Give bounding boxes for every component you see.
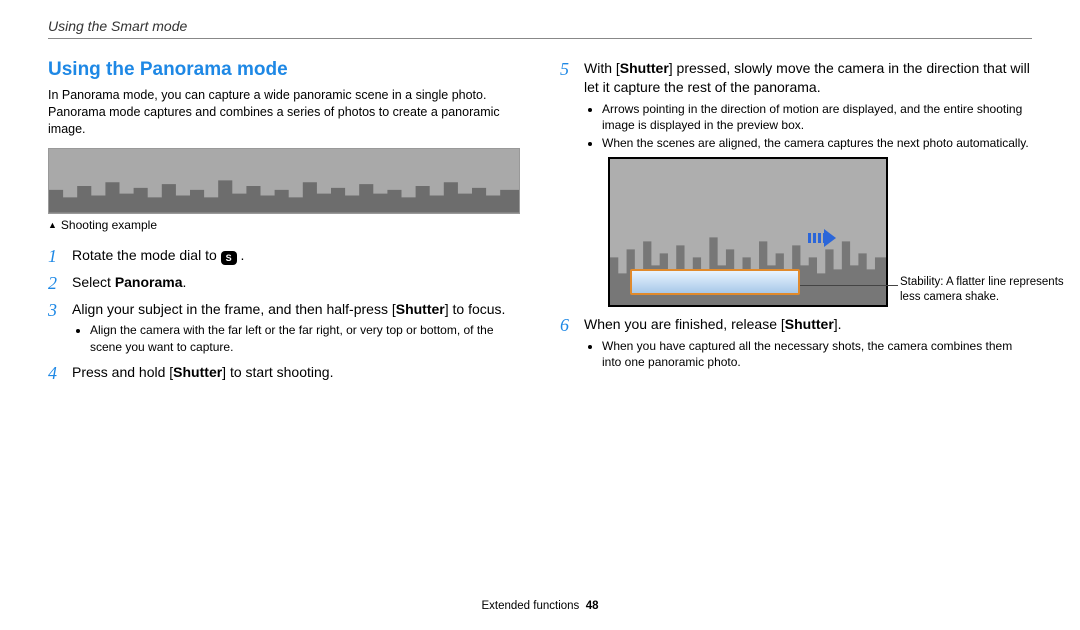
step-2-text-a: Select	[72, 274, 115, 290]
preview-wrapper: Stability: A flatter line represents les…	[608, 157, 988, 307]
section-title: Using the Panorama mode	[48, 59, 520, 81]
left-column: Using the Panorama mode In Panorama mode…	[48, 59, 520, 390]
step-6-text-c: ].	[834, 316, 842, 332]
panorama-example-image	[48, 148, 520, 214]
step-4-text-c: ] to start shooting.	[222, 364, 333, 380]
page-header: Using the Smart mode	[48, 18, 1032, 34]
step-3-bold: Shutter	[396, 301, 445, 317]
step-2: Select Panorama.	[48, 273, 520, 292]
step-1-text-b: .	[237, 247, 245, 263]
steps-list-left: Rotate the mode dial to S . Select Panor…	[48, 246, 520, 382]
step-3-text-a: Align your subject in the frame, and the…	[72, 301, 396, 317]
stability-callout: Stability: A flatter line represents les…	[900, 275, 1070, 305]
callout-line	[800, 285, 898, 286]
footer-page-number: 48	[586, 600, 599, 612]
arrow-body-icon	[808, 233, 824, 243]
page-footer: Extended functions 48	[0, 600, 1080, 612]
right-column: With [Shutter] pressed, slowly move the …	[560, 59, 1032, 390]
intro-text: In Panorama mode, you can capture a wide…	[48, 87, 520, 138]
step-6-bold: Shutter	[785, 316, 834, 332]
step-4-text-a: Press and hold [	[72, 364, 173, 380]
step-4: Press and hold [Shutter] to start shooti…	[48, 363, 520, 382]
step-1: Rotate the mode dial to S .	[48, 246, 520, 265]
image-caption: Shooting example	[48, 218, 520, 232]
step-5-sub-2: When the scenes are aligned, the camera …	[602, 135, 1032, 151]
step-3-sub-1: Align the camera with the far left or th…	[90, 322, 520, 354]
content-columns: Using the Panorama mode In Panorama mode…	[48, 59, 1032, 390]
step-2-text-c: .	[183, 274, 187, 290]
step-6-sublist: When you have captured all the necessary…	[602, 338, 1032, 370]
arrow-head-icon	[824, 229, 836, 247]
step-6-text-a: When you are finished, release [	[584, 316, 785, 332]
step-3-text-c: ] to focus.	[445, 301, 506, 317]
direction-arrow-icon	[808, 229, 836, 247]
mode-dial-s-icon: S	[221, 251, 237, 265]
step-5-bold: Shutter	[620, 60, 669, 76]
footer-section: Extended functions	[481, 600, 579, 612]
step-3-sublist: Align the camera with the far left or th…	[90, 322, 520, 354]
step-6-sub-1: When you have captured all the necessary…	[602, 338, 1032, 370]
step-4-bold: Shutter	[173, 364, 222, 380]
skyline-graphic	[49, 175, 519, 213]
steps-list-right: With [Shutter] pressed, slowly move the …	[560, 59, 1032, 371]
step-5: With [Shutter] pressed, slowly move the …	[560, 59, 1032, 307]
stability-strip	[630, 269, 800, 295]
header-rule	[48, 38, 1032, 39]
step-6: When you are finished, release [Shutter]…	[560, 315, 1032, 370]
step-1-text-a: Rotate the mode dial to	[72, 247, 221, 263]
step-5-sub-1: Arrows pointing in the direction of moti…	[602, 101, 1032, 133]
step-3: Align your subject in the frame, and the…	[48, 300, 520, 355]
step-5-sublist: Arrows pointing in the direction of moti…	[602, 101, 1032, 152]
step-2-bold: Panorama	[115, 274, 183, 290]
step-5-text-a: With [	[584, 60, 620, 76]
